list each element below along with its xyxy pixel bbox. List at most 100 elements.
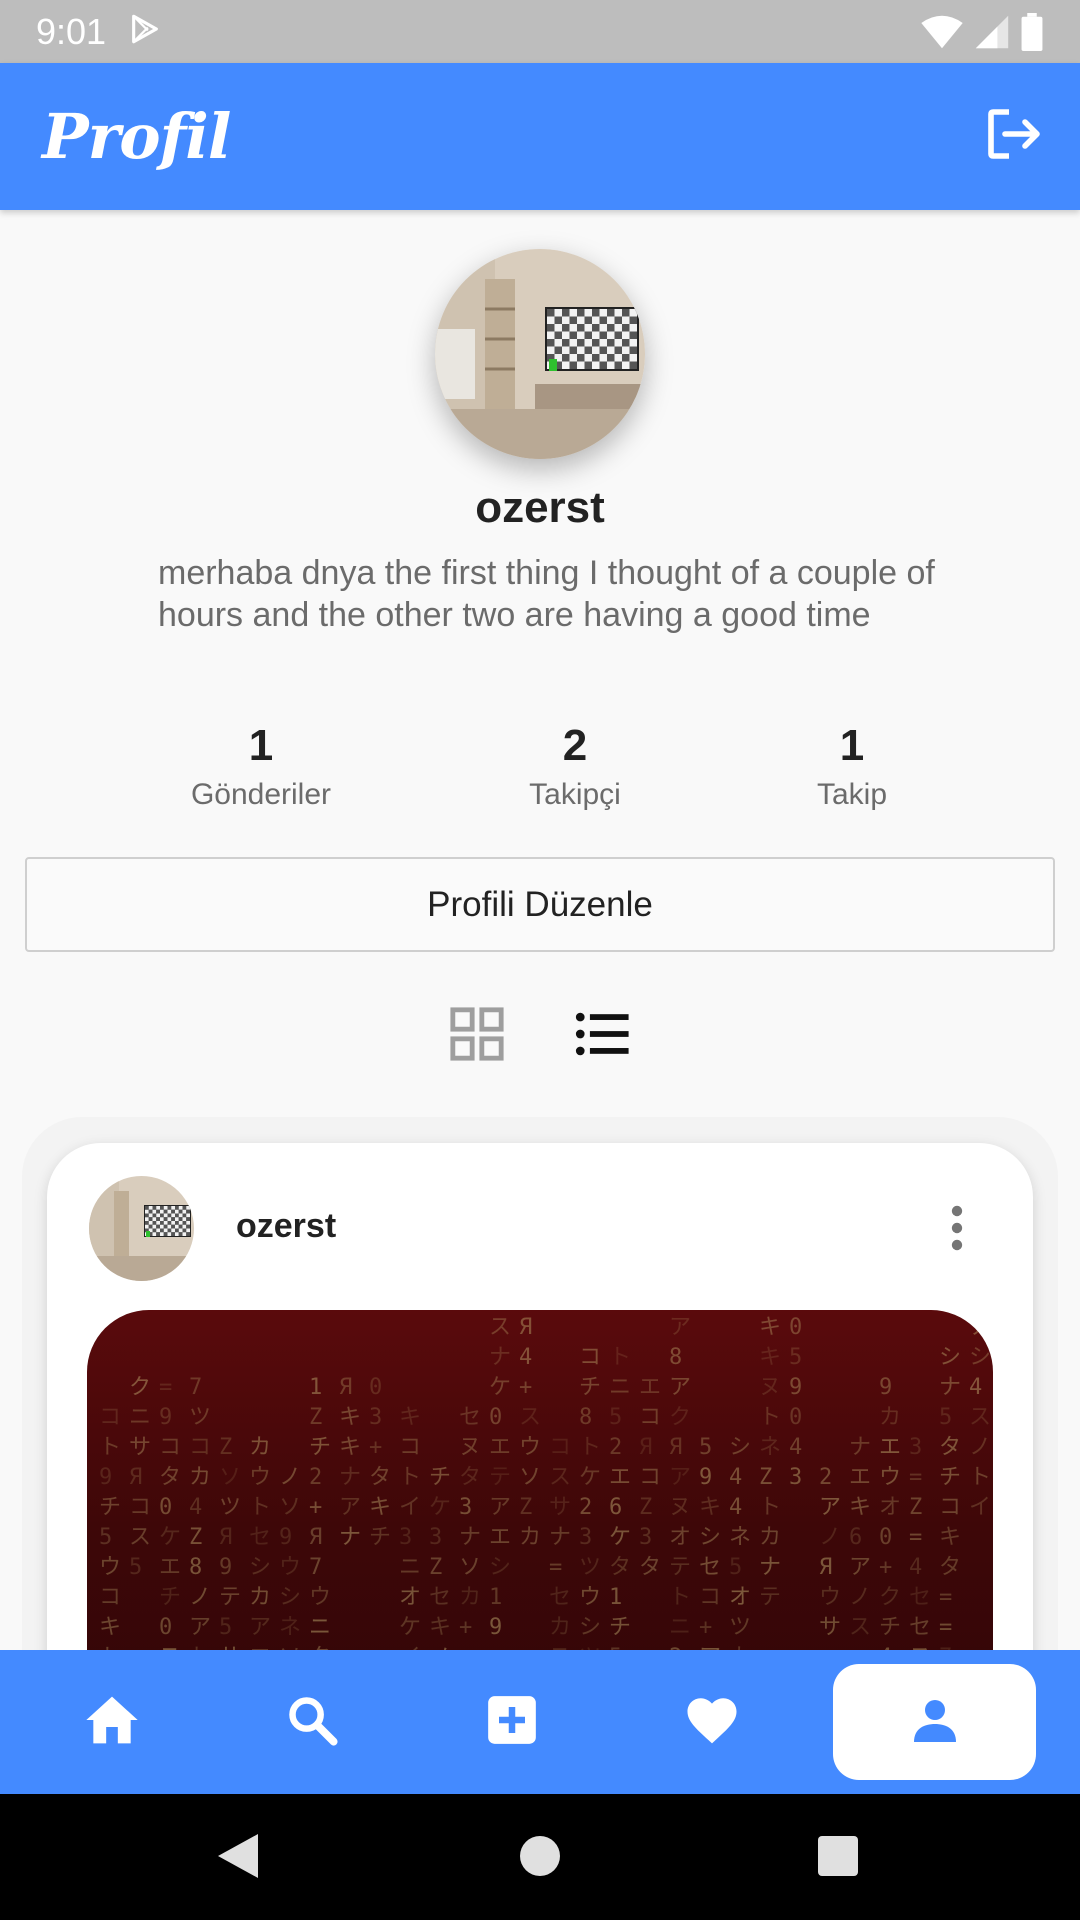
- svg-text:4: 4: [189, 1495, 202, 1520]
- svg-text:0: 0: [489, 1405, 502, 1430]
- svg-text:セ: セ: [909, 1615, 931, 1640]
- system-back-button[interactable]: [210, 1830, 266, 1886]
- svg-text:ト: ト: [579, 1435, 601, 1460]
- system-home-button[interactable]: [512, 1830, 568, 1886]
- svg-text:2: 2: [309, 1465, 322, 1490]
- svg-text:3: 3: [789, 1465, 802, 1490]
- nav-search[interactable]: [212, 1664, 412, 1780]
- stat-following[interactable]: 1 Takip: [732, 720, 972, 812]
- svg-text:シ: シ: [729, 1435, 751, 1460]
- svg-text:9: 9: [789, 1375, 802, 1400]
- svg-text:=: =: [549, 1555, 562, 1580]
- svg-text:ア: ア: [669, 1465, 691, 1490]
- logout-button[interactable]: [982, 104, 1048, 170]
- svg-text:1: 1: [489, 1585, 502, 1610]
- svg-text:ト: ト: [759, 1405, 781, 1430]
- svg-text:5: 5: [129, 1555, 142, 1580]
- svg-text:0: 0: [369, 1375, 382, 1400]
- svg-text:Я: Я: [339, 1375, 352, 1400]
- svg-text:タ: タ: [369, 1465, 391, 1490]
- svg-text:タ: タ: [939, 1435, 961, 1460]
- svg-text:タ: タ: [639, 1555, 661, 1580]
- post-more-button[interactable]: [945, 1203, 969, 1253]
- svg-text:=: =: [909, 1525, 922, 1550]
- svg-text:ス: ス: [549, 1465, 571, 1490]
- svg-text:ケ: ケ: [159, 1525, 181, 1550]
- svg-text:ケ: ケ: [399, 1615, 421, 1640]
- svg-text:ウ: ウ: [879, 1465, 901, 1490]
- svg-text:+: +: [699, 1615, 712, 1640]
- svg-text:ト: ト: [669, 1585, 691, 1610]
- system-recents-button[interactable]: [810, 1830, 866, 1886]
- post-avatar[interactable]: [89, 1176, 194, 1281]
- svg-text:テ: テ: [489, 1465, 511, 1490]
- svg-text:チ: チ: [609, 1615, 631, 1640]
- profile-avatar[interactable]: [435, 249, 645, 459]
- post-username[interactable]: ozerst: [236, 1207, 336, 1246]
- svg-text:ト: ト: [969, 1465, 991, 1490]
- nav-add[interactable]: [412, 1664, 612, 1780]
- svg-text:9: 9: [489, 1615, 502, 1640]
- svg-text:ウ: ウ: [579, 1585, 601, 1610]
- stat-following-value: 1: [839, 721, 865, 770]
- svg-text:4: 4: [789, 1435, 802, 1460]
- svg-text:ニ: ニ: [399, 1555, 421, 1580]
- svg-text:4: 4: [519, 1345, 532, 1370]
- svg-text:オ: オ: [669, 1525, 691, 1550]
- list-view-button[interactable]: [573, 1005, 631, 1063]
- svg-text:Я: Я: [639, 1435, 652, 1460]
- grid-view-button[interactable]: [448, 1005, 506, 1063]
- svg-text:シ: シ: [249, 1555, 271, 1580]
- svg-text:ス: ス: [129, 1525, 151, 1550]
- svg-text:ウ: ウ: [519, 1435, 541, 1460]
- svg-text:4: 4: [909, 1555, 922, 1580]
- svg-text:コ: コ: [129, 1495, 151, 1520]
- svg-text:2: 2: [609, 1435, 622, 1460]
- svg-text:ス: ス: [489, 1315, 511, 1340]
- wifi-icon: [920, 14, 964, 50]
- svg-text:コ: コ: [399, 1435, 421, 1460]
- stat-followers[interactable]: 2 Takipçi: [455, 720, 695, 812]
- svg-text:イ: イ: [399, 1495, 421, 1520]
- nav-favorites[interactable]: [612, 1664, 812, 1780]
- svg-text:テ: テ: [219, 1585, 241, 1610]
- svg-text:ノ: ノ: [279, 1465, 301, 1490]
- svg-text:9: 9: [879, 1375, 892, 1400]
- svg-text:キ: キ: [369, 1495, 391, 1520]
- svg-text:キ: キ: [699, 1495, 721, 1520]
- svg-text:ケ: ケ: [609, 1525, 631, 1550]
- svg-text:ニ: ニ: [669, 1615, 691, 1640]
- svg-text:オ: オ: [729, 1585, 751, 1610]
- svg-text:Z: Z: [909, 1495, 922, 1520]
- svg-text:Я: Я: [219, 1525, 232, 1550]
- nav-profile[interactable]: [833, 1664, 1036, 1780]
- svg-text:=: =: [939, 1585, 952, 1610]
- search-icon: [286, 1694, 338, 1751]
- svg-text:3: 3: [369, 1405, 382, 1430]
- status-right: [920, 12, 1044, 51]
- svg-text:0: 0: [789, 1315, 802, 1340]
- svg-text:3: 3: [429, 1525, 442, 1550]
- play-store-icon: [128, 12, 162, 51]
- stat-posts-value: 1: [248, 721, 274, 770]
- nav-home[interactable]: [12, 1664, 212, 1780]
- svg-text:ナ: ナ: [489, 1345, 511, 1370]
- stat-posts-label: Gönderiler: [190, 778, 332, 811]
- svg-text:ネ: ネ: [279, 1615, 301, 1640]
- svg-text:ア: ア: [189, 1615, 211, 1640]
- svg-text:チ: チ: [579, 1375, 601, 1400]
- svg-text:=: =: [939, 1615, 952, 1640]
- svg-text:ア: ア: [669, 1375, 691, 1400]
- svg-text:ノ: ノ: [849, 1585, 871, 1610]
- svg-text:Z: Z: [639, 1495, 652, 1520]
- svg-text:Я: Я: [129, 1465, 142, 1490]
- svg-text:チ: チ: [159, 1585, 181, 1610]
- edit-profile-button[interactable]: Profili Düzenle: [25, 857, 1055, 952]
- svg-text:5: 5: [939, 1405, 952, 1430]
- status-left: 9:01: [36, 11, 162, 53]
- svg-text:ア: ア: [669, 1315, 691, 1340]
- stat-posts[interactable]: 1 Gönderiler: [141, 720, 381, 812]
- svg-text:9: 9: [279, 1525, 292, 1550]
- recents-square-icon: [818, 1835, 858, 1881]
- grid-view-icon: [448, 1007, 506, 1067]
